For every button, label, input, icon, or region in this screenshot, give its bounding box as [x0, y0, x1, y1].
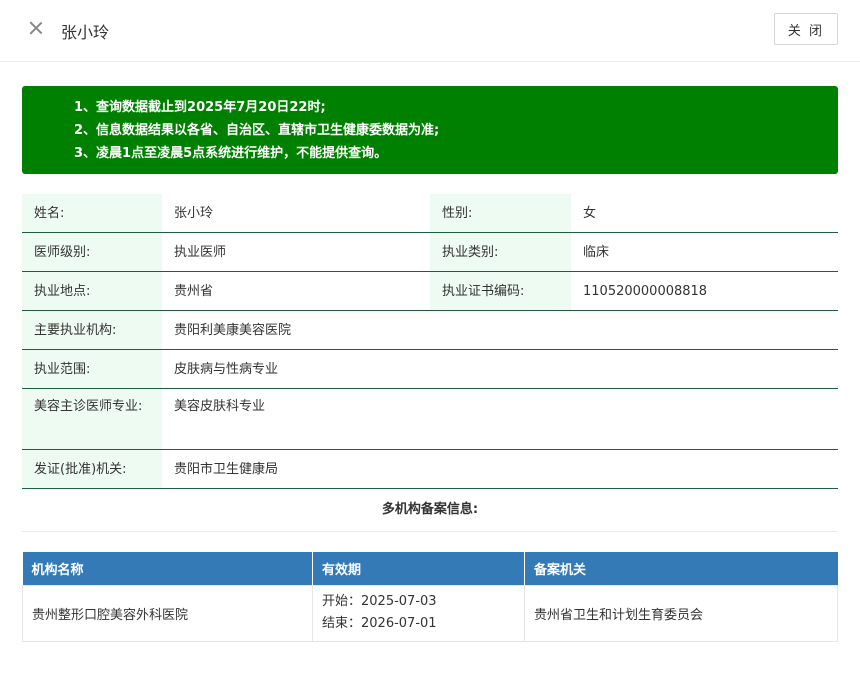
info-value: 皮肤病与性病专业 — [174, 362, 279, 377]
info-value: 美容皮肤科专业 — [174, 399, 266, 414]
info-row: 发证(批准)机关: 贵阳市卫生健康局 — [22, 450, 838, 489]
info-row: 医师级别: 执业医师 执业类别: 临床 — [22, 233, 838, 272]
info-label: 主要执业机构: — [22, 311, 162, 349]
multi-institution-title: 多机构备案信息: — [22, 489, 838, 532]
info-value: 贵州省 — [174, 284, 214, 299]
info-row: 姓名: 张小玲 性别: 女 — [22, 194, 838, 233]
info-label: 执业范围: — [22, 350, 162, 388]
info-value: 女 — [583, 206, 597, 221]
validity-cell: 开始：2025-07-03 结束：2026-07-01 — [312, 584, 525, 642]
info-value: 执业医师 — [174, 245, 227, 260]
column-header: 机构名称 — [22, 552, 313, 585]
info-value: 张小玲 — [174, 206, 214, 221]
notice-line: 2、信息数据结果以各省、自治区、直辖市卫生健康委数据为准; — [74, 123, 440, 138]
info-label: 姓名: — [22, 194, 162, 232]
info-row: 执业地点: 贵州省 执业证书编码: 110520000008818 — [22, 272, 838, 311]
notice-line: 1、查询数据截止到2025年7月20日22时; — [74, 100, 326, 115]
notice-line: 3、凌晨1点至凌晨5点系统进行维护，不能提供查询。 — [74, 146, 388, 161]
info-label: 性别: — [430, 194, 571, 232]
info-label: 美容主诊医师专业: — [22, 389, 162, 449]
dialog-title: 张小玲 — [61, 23, 110, 42]
doctor-info-table: 姓名: 张小玲 性别: 女 医师级别: 执业医师 执业类别: 临床 执业地点: … — [22, 194, 838, 489]
info-label: 医师级别: — [22, 233, 162, 271]
info-row: 美容主诊医师专业: 美容皮肤科专业 — [22, 389, 838, 450]
info-value: 贵阳市卫生健康局 — [174, 462, 279, 477]
table-header-row: 机构名称 有效期 备案机关 — [22, 552, 838, 585]
info-row: 执业范围: 皮肤病与性病专业 — [22, 350, 838, 389]
notice-banner: 1、查询数据截止到2025年7月20日22时; 2、信息数据结果以各省、自治区、… — [22, 86, 838, 174]
info-label: 发证(批准)机关: — [22, 450, 162, 488]
dialog-header: 张小玲 关 闭 — [0, 0, 860, 62]
table-row: 贵州整形口腔美容外科医院 开始：2025-07-03 结束：2026-07-01… — [22, 584, 838, 642]
info-label: 执业类别: — [430, 233, 571, 271]
institution-name-cell: 贵州整形口腔美容外科医院 — [22, 584, 313, 642]
info-label: 执业证书编码: — [430, 272, 571, 310]
authority-cell: 贵州省卫生和计划生育委员会 — [524, 584, 838, 642]
info-value: 贵阳利美康美容医院 — [174, 323, 292, 338]
info-label: 执业地点: — [22, 272, 162, 310]
info-value: 110520000008818 — [583, 284, 708, 299]
validity-start: 开始：2025-07-03 — [322, 594, 437, 609]
column-header: 备案机关 — [524, 552, 838, 585]
multi-institution-table: 机构名称 有效期 备案机关 贵州整形口腔美容外科医院 开始：2025-07-03… — [22, 552, 838, 642]
info-value: 临床 — [583, 245, 610, 260]
info-row: 主要执业机构: 贵阳利美康美容医院 — [22, 311, 838, 350]
column-header: 有效期 — [312, 552, 525, 585]
close-icon[interactable] — [28, 20, 44, 36]
close-button[interactable]: 关 闭 — [774, 13, 838, 45]
validity-end: 结束：2026-07-01 — [322, 616, 437, 631]
